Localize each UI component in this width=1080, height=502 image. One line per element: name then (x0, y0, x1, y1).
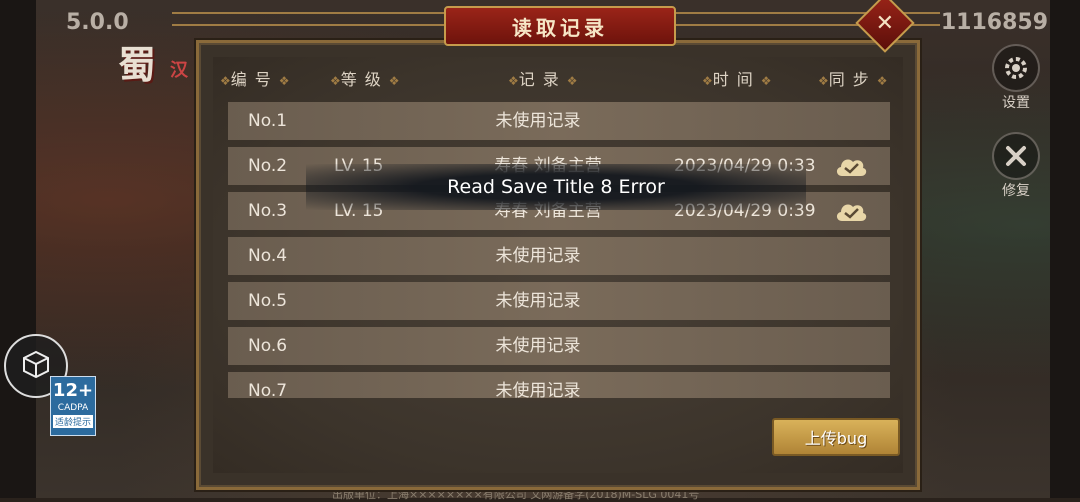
record-name: 未使用记录 (495, 111, 581, 131)
record-no: No.7 (248, 381, 288, 398)
record-no: No.2 (248, 156, 288, 176)
version-label: 5.0.0 (66, 10, 129, 35)
cube-scan-icon (19, 347, 53, 385)
repair-button[interactable]: 修复 (992, 132, 1040, 200)
record-row-7[interactable]: No.7 未使用记录 (228, 372, 890, 398)
error-toast-message: Read Save Title 8 Error (447, 176, 665, 198)
game-logo-sub: 汉 (170, 60, 188, 81)
record-row-5[interactable]: No.5 未使用记录 (228, 282, 890, 320)
settings-label: 设置 (1002, 95, 1030, 111)
record-row-6[interactable]: No.6 未使用记录 (228, 327, 890, 365)
record-name: 未使用记录 (495, 336, 581, 356)
age-rating-badge[interactable]: 12+ CADPA 适龄提示 (50, 376, 96, 436)
record-list[interactable]: No.1 未使用记录 No.2 LV. 15 寿春 刘备主营 2023/04/2… (228, 102, 890, 398)
settings-button[interactable]: 设置 (992, 44, 1040, 112)
column-header-no: ❖编号❖ (220, 70, 290, 89)
cloud-check-icon[interactable] (834, 154, 868, 178)
record-name: 未使用记录 (495, 381, 581, 398)
record-row-1[interactable]: No.1 未使用记录 (228, 102, 890, 140)
gear-icon (992, 44, 1040, 92)
record-no: No.3 (248, 201, 288, 221)
upload-bug-button[interactable]: 上传bug (772, 418, 900, 456)
record-name: 未使用记录 (495, 291, 581, 311)
dialog-title: 读取记录 (512, 15, 608, 40)
error-toast: Read Save Title 8 Error (306, 164, 806, 210)
close-icon: ✕ (875, 10, 895, 36)
record-name: 未使用记录 (495, 246, 581, 266)
wrench-icon (992, 132, 1040, 180)
age-rating-number: 12+ (52, 380, 94, 401)
column-header-time: ❖时间❖ (702, 70, 772, 89)
screen-edge-right (1050, 0, 1080, 498)
column-header-level: ❖等级❖ (330, 70, 400, 89)
record-no: No.1 (248, 111, 288, 131)
record-no: No.5 (248, 291, 288, 311)
screen-edge-left (0, 0, 36, 498)
cloud-check-icon[interactable] (834, 199, 868, 223)
column-header-record: ❖记录❖ (508, 70, 578, 89)
record-row-4[interactable]: No.4 未使用记录 (228, 237, 890, 275)
user-id-label: 1116859 (940, 10, 1048, 35)
title-ornament-left (172, 12, 444, 26)
repair-label: 修复 (1002, 183, 1030, 199)
age-rating-tip: 适龄提示 (53, 415, 93, 428)
record-no: No.4 (248, 246, 288, 266)
record-no: No.6 (248, 336, 288, 356)
dialog-title-plate: 读取记录 (444, 6, 676, 46)
age-rating-org: CADPA (57, 403, 89, 413)
column-header-sync: ❖同步❖ (818, 70, 888, 89)
